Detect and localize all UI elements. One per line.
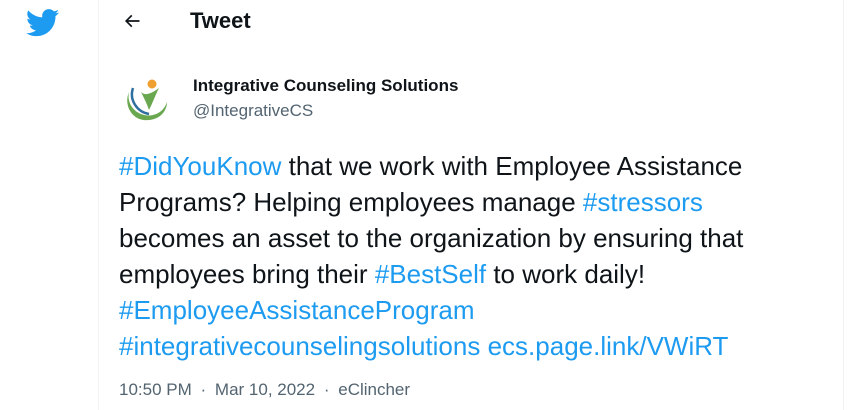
- tweet-text-segment: becomes an asset to the organization by …: [119, 223, 744, 253]
- tweet-author: Integrative Counseling Solutions @Integr…: [119, 70, 719, 126]
- meta-separator: ·: [200, 380, 207, 399]
- tweet-text-segment: [480, 331, 487, 361]
- back-button[interactable]: [115, 4, 149, 38]
- page: Tweet Integrative Counseling Solutions @…: [0, 0, 850, 410]
- tweet-text-segment: that we work with Employee Assistance: [281, 151, 743, 181]
- author-name[interactable]: Integrative Counseling Solutions: [193, 75, 458, 97]
- hashtag-link[interactable]: #BestSelf: [375, 259, 486, 289]
- author-handle[interactable]: @IntegrativeCS: [193, 100, 313, 122]
- url-link[interactable]: ecs.page.link/VWiRT: [488, 331, 729, 361]
- tweet-meta: 10:50 PM · Mar 10, 2022 · eClincher: [119, 378, 410, 402]
- hashtag-link[interactable]: #integrativecounselingsolutions: [119, 331, 480, 361]
- integrative-counseling-logo: [119, 70, 175, 126]
- main-column: Tweet Integrative Counseling Solutions @…: [98, 0, 844, 410]
- tweet-line: #integrativecounselingsolutions ecs.page…: [119, 328, 839, 364]
- tweet-text-segment: to work daily!: [486, 259, 646, 289]
- tweet-source[interactable]: eClincher: [338, 380, 410, 399]
- hashtag-link[interactable]: #DidYouKnow: [119, 151, 281, 181]
- tweet-line: employees bring their #BestSelf to work …: [119, 256, 839, 292]
- twitter-bird-icon[interactable]: [24, 4, 62, 42]
- tweet-text-segment: employees bring their: [119, 259, 375, 289]
- tweet-line: becomes an asset to the organization by …: [119, 220, 839, 256]
- meta-separator: ·: [323, 380, 330, 399]
- tweet-text: #DidYouKnow that we work with Employee A…: [119, 148, 839, 364]
- tweet-date[interactable]: Mar 10, 2022: [215, 380, 315, 399]
- tweet-line: Programs? Helping employees manage #stre…: [119, 184, 839, 220]
- tweet-text-segment: Programs? Helping employees manage: [119, 187, 583, 217]
- arrow-left-icon: [124, 14, 140, 28]
- avatar[interactable]: [119, 70, 175, 126]
- tweet-line: #EmployeeAssistanceProgram: [119, 292, 839, 328]
- hashtag-link[interactable]: #stressors: [583, 187, 703, 217]
- tweet-time[interactable]: 10:50 PM: [119, 380, 192, 399]
- page-title: Tweet: [190, 8, 251, 33]
- tweet-header: Tweet: [99, 0, 843, 44]
- tweet-line: #DidYouKnow that we work with Employee A…: [119, 148, 839, 184]
- hashtag-link[interactable]: #EmployeeAssistanceProgram: [119, 295, 475, 325]
- left-rail: [0, 0, 98, 410]
